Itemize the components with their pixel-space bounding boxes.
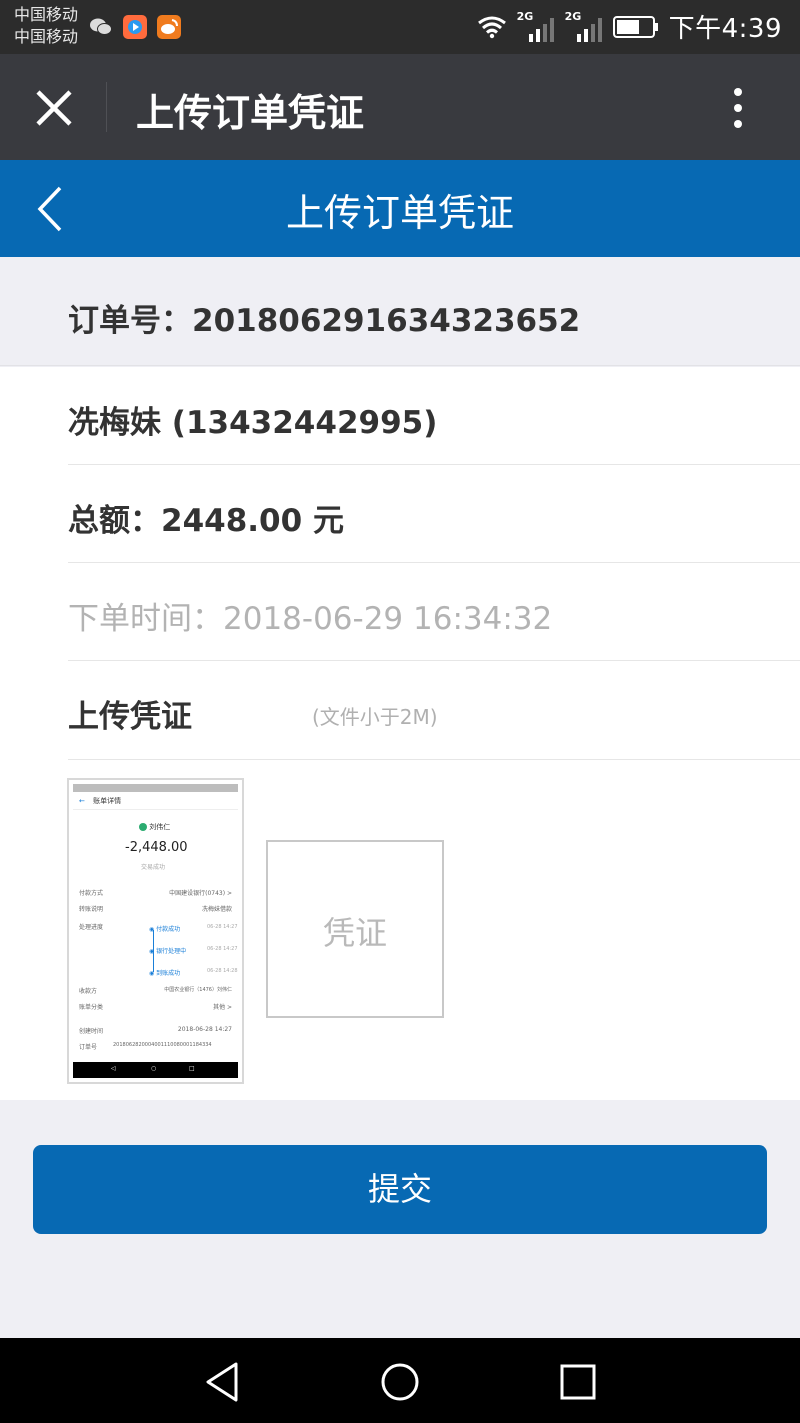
- placeholder-label: 凭证: [322, 914, 387, 952]
- wechat-icon: [90, 18, 112, 35]
- add-receipt-placeholder[interactable]: 凭证: [266, 840, 444, 1018]
- order-total: 总额：2448.00 元: [68, 503, 344, 539]
- thumb-row-key: 账单分类: [79, 1004, 104, 1011]
- thumb-progress-time: 06-28 14:27: [207, 946, 238, 952]
- thumb-amount: -2,448.00: [125, 840, 188, 855]
- thumb-recent-nav-icon: □: [189, 1065, 195, 1072]
- thumb-progress-step: ◉ 银行处理中: [149, 948, 187, 955]
- thumb-row-value: 中国农业银行（1476）刘伟仁: [164, 987, 232, 993]
- customer-info: 冼梅妹 (13432442995): [68, 405, 438, 441]
- page-header: 上传订单凭证: [0, 160, 800, 257]
- back-nav-icon[interactable]: [198, 1358, 246, 1406]
- thumb-progress-time: 06-28 14:27: [207, 924, 238, 930]
- order-time: 下单时间：2018-06-29 16:34:32: [68, 601, 553, 637]
- thumb-row-key: 付款方式: [79, 890, 104, 897]
- wechat-title: 上传订单凭证: [136, 91, 365, 135]
- thumb-progress-label: 付款成功: [156, 926, 181, 933]
- order-time-row: 下单时间：2018-06-29 16:34:32: [68, 563, 800, 661]
- thumb-header-title: 账单详情: [93, 797, 122, 805]
- bank-logo-icon: [139, 823, 147, 831]
- thumb-row-key: 处理进度: [79, 924, 104, 931]
- thumb-row-key: 创建时间: [79, 1028, 104, 1035]
- upload-size-hint: (文件小于2M): [312, 705, 438, 729]
- status-right: 2G 2G 下午4:39: [477, 8, 782, 45]
- thumb-row-value: 中国建设银行(0743) >: [169, 890, 232, 897]
- upload-label-row: 上传凭证 (文件小于2M): [68, 661, 800, 760]
- order-number: 订单号：201806291634323652: [68, 303, 581, 339]
- thumb-row-key: 订单号: [79, 1044, 98, 1051]
- thumb-status-bar: [73, 784, 238, 792]
- more-options-icon[interactable]: [726, 84, 750, 132]
- order-number-row: 订单号：201806291634323652: [0, 257, 800, 366]
- thumb-payee-name: 刘伟仁: [149, 823, 171, 831]
- wechat-title-bar: 上传订单凭证: [0, 54, 800, 160]
- thumb-row-value: 2018062820004001110080001184334: [113, 1042, 212, 1048]
- signal-1: 2G: [517, 10, 555, 42]
- thumb-row-value: 其他 >: [213, 1004, 232, 1011]
- thumb-home-nav-icon: ○: [151, 1065, 157, 1072]
- system-nav-bar: [0, 1338, 800, 1423]
- total-row: 总额：2448.00 元: [68, 465, 800, 563]
- thumb-row-key: 转账说明: [79, 906, 104, 913]
- wifi-icon: [477, 16, 506, 38]
- thumb-progress-time: 06-28 14:28: [207, 968, 238, 974]
- carrier-1: 中国移动: [14, 5, 79, 24]
- recent-apps-icon[interactable]: [554, 1358, 602, 1406]
- thumb-progress-label: 到账成功: [156, 970, 181, 977]
- upload-label: 上传凭证: [68, 699, 192, 735]
- thumb-row-key: 收款方: [79, 988, 98, 995]
- thumb-header: ← 账单详情: [73, 792, 238, 810]
- carrier-info: 中国移动 中国移动: [14, 4, 78, 48]
- thumb-payee: 刘伟仁: [139, 822, 170, 832]
- battery-icon: [612, 15, 658, 38]
- status-bar: 中国移动 中国移动 2G 2G 下午4:39: [0, 0, 800, 54]
- customer-row: 冼梅妹 (13432442995): [68, 367, 800, 465]
- signal-icon: [576, 17, 602, 42]
- page-title: 上传订单凭证: [285, 191, 514, 235]
- home-nav-icon[interactable]: [376, 1358, 424, 1406]
- thumb-nav-bar: ◁ ○ □: [73, 1062, 238, 1078]
- thumb-progress-step: ◉ 到账成功: [149, 970, 181, 977]
- thumb-progress-step: ◉ 付款成功: [149, 926, 181, 933]
- video-app-icon: [123, 15, 147, 39]
- submit-button[interactable]: 提交: [33, 1145, 767, 1234]
- thumb-back-nav-icon: ◁: [111, 1065, 116, 1072]
- thumb-status: 交易成功: [141, 864, 166, 871]
- thumb-row-value: 冼梅妹借款: [201, 906, 232, 913]
- order-details-card: 冼梅妹 (13432442995) 总额：2448.00 元 下单时间：2018…: [0, 367, 800, 1100]
- signal-icon: [528, 17, 554, 42]
- carrier-2: 中国移动: [14, 27, 79, 46]
- thumb-back-icon: ←: [79, 797, 85, 805]
- thumb-progress-label: 银行处理中: [156, 948, 187, 955]
- title-divider: [106, 82, 107, 132]
- weibo-icon: [157, 15, 181, 39]
- uploaded-receipt-thumbnail[interactable]: ← 账单详情 刘伟仁 -2,448.00 交易成功 付款方式 中国建设银行(07…: [67, 778, 244, 1084]
- thumb-row-value: 2018-06-28 14:27: [177, 1026, 232, 1033]
- signal-2: 2G: [565, 10, 603, 42]
- status-time: 下午4:39: [668, 14, 782, 44]
- notification-icons: [88, 14, 182, 40]
- close-icon[interactable]: [30, 84, 78, 132]
- receipt-screenshot: ← 账单详情 刘伟仁 -2,448.00 交易成功 付款方式 中国建设银行(07…: [73, 784, 238, 1078]
